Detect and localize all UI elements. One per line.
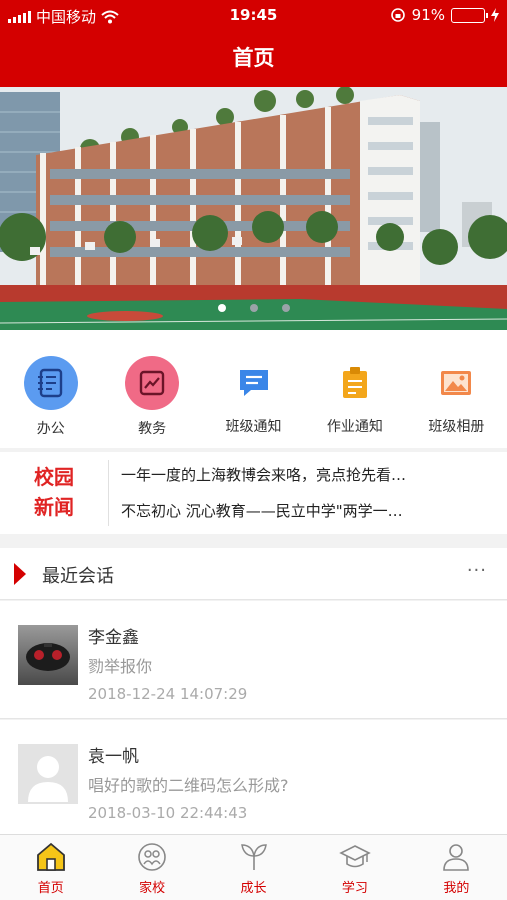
default-avatar xyxy=(18,744,78,804)
conversation-message: 唱好的歌的二维码怎么形成? xyxy=(88,776,289,795)
person-icon xyxy=(439,841,473,873)
family-icon xyxy=(135,841,169,873)
quick-menu: 办公 教务 班级通知 作业通知 班级相册 xyxy=(0,330,507,448)
quick-item-label: 教务 xyxy=(138,421,167,437)
battery-icon xyxy=(451,7,488,23)
tab-family-school[interactable]: 家校 xyxy=(101,835,202,900)
tab-bar: 首页 家校 成长 学习 我的 xyxy=(0,834,507,900)
notebook-icon xyxy=(23,356,78,410)
message-icon xyxy=(227,356,281,410)
tab-label: 学习 xyxy=(341,881,368,896)
campus-news: 校园 新闻 一年一度的上海教博会来咯，亮点抢先看… 不忘初心 沉心教育——民立中… xyxy=(0,452,507,534)
tab-mine[interactable]: 我的 xyxy=(406,835,507,900)
graduation-cap-icon xyxy=(338,841,372,873)
status-bar: 中国移动 19:45 91% xyxy=(0,0,507,30)
status-right: 91% xyxy=(390,6,499,24)
home-icon xyxy=(34,841,68,873)
tab-study[interactable]: 学习 xyxy=(304,835,405,900)
conversation-item[interactable]: 李金鑫 勠举报你 2018-12-24 14:07:29 xyxy=(0,601,507,719)
quick-item-class-notice[interactable]: 班级通知 xyxy=(203,330,304,448)
carousel-indicator xyxy=(0,304,507,312)
tab-label: 家校 xyxy=(139,881,166,896)
news-item[interactable]: 一年一度的上海教博会来咯，亮点抢先看… xyxy=(121,464,491,485)
quick-item-label: 班级相册 xyxy=(428,419,485,435)
quick-item-label: 办公 xyxy=(36,421,65,437)
section-title: 最近会话 xyxy=(42,566,114,587)
conversation-time: 2018-03-10 22:44:43 xyxy=(88,804,248,822)
sprout-icon xyxy=(237,841,271,873)
quick-item-academic[interactable]: 教务 xyxy=(101,330,202,448)
clipboard-icon xyxy=(328,356,382,410)
tab-label: 成长 xyxy=(240,881,267,896)
page-title: 首页 xyxy=(0,30,507,87)
triangle-marker-icon xyxy=(14,563,26,585)
quick-item-homework-notice[interactable]: 作业通知 xyxy=(304,330,405,448)
conversation-time: 2018-12-24 14:07:29 xyxy=(88,685,248,703)
quick-item-class-album[interactable]: 班级相册 xyxy=(406,330,507,448)
news-tag: 校园 新闻 xyxy=(14,462,94,522)
news-item[interactable]: 不忘初心 沉心教育——民立中学"两学一… xyxy=(121,500,491,521)
news-tag-line: 新闻 xyxy=(34,495,74,519)
news-tag-line: 校园 xyxy=(34,465,74,489)
conversation-name: 李金鑫 xyxy=(88,628,139,648)
photo-icon xyxy=(429,356,483,410)
tab-label: 首页 xyxy=(37,881,64,896)
avatar xyxy=(18,625,78,685)
tab-home[interactable]: 首页 xyxy=(0,835,101,900)
conversation-name: 袁一帆 xyxy=(88,747,139,767)
carousel-dot[interactable] xyxy=(249,304,258,312)
carousel-dot[interactable] xyxy=(281,304,290,312)
conversation-item[interactable]: 袁一帆 唱好的歌的二维码怎么形成? 2018-03-10 22:44:43 xyxy=(0,720,507,838)
banner-carousel[interactable] xyxy=(0,87,507,330)
battery-percent: 91% xyxy=(411,6,445,24)
chart-card-icon xyxy=(125,356,180,410)
carousel-dot[interactable] xyxy=(217,304,226,312)
quick-item-label: 班级通知 xyxy=(225,419,282,435)
quick-item-office[interactable]: 办公 xyxy=(0,330,101,448)
recent-conversations-header: 最近会话 ··· xyxy=(0,548,507,600)
quick-item-label: 作业通知 xyxy=(326,419,383,435)
divider xyxy=(108,460,109,526)
more-button[interactable]: ··· xyxy=(467,560,487,581)
conversation-message: 勠举报你 xyxy=(88,657,153,676)
charging-icon xyxy=(491,8,499,22)
tab-growth[interactable]: 成长 xyxy=(203,835,304,900)
school-building-photo xyxy=(0,87,507,330)
orientation-lock-icon xyxy=(390,8,405,22)
tab-label: 我的 xyxy=(443,881,470,896)
